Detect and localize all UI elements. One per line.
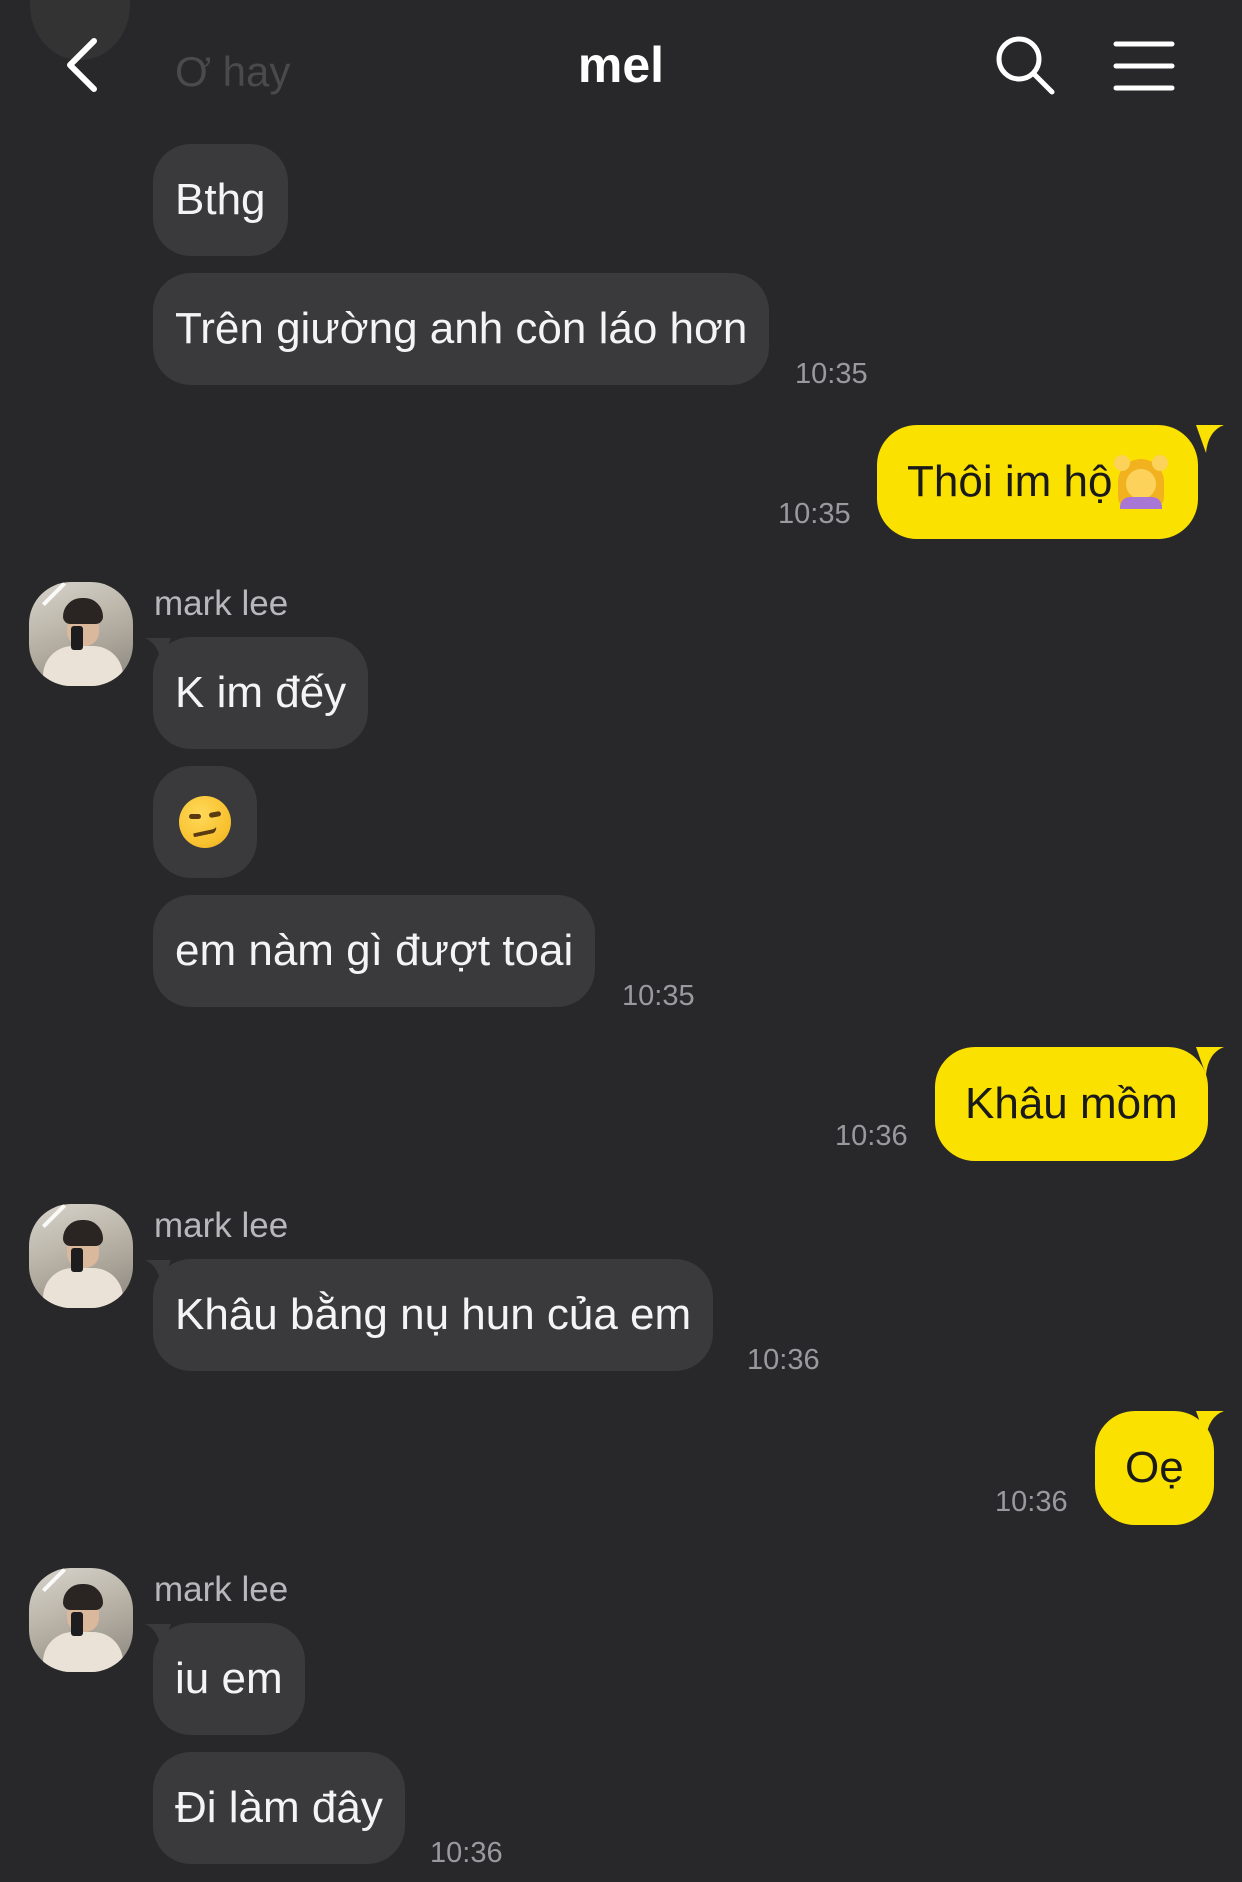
bubble-tail [1196,1411,1224,1439]
search-button[interactable] [992,32,1058,98]
menu-button[interactable] [1112,38,1176,94]
message-text: Khâu bằng nụ hun của em [175,1290,692,1339]
sender-name: mark lee [154,1570,289,1609]
message-bubble-outgoing[interactable]: Thôi im hộ [877,425,1199,539]
message-timestamp: 10:35 [795,358,868,390]
message-bubble-incoming[interactable]: Bthg [153,144,288,256]
sender-name: mark lee [154,584,289,623]
message-bubble-incoming[interactable]: Đi làm đây [153,1752,405,1864]
message-bubble-incoming[interactable]: K im đếy [153,637,369,749]
bubble-tail [1196,425,1224,453]
message-timestamp: 10:36 [835,1120,908,1152]
message-text: Bthg [175,175,266,224]
message-text: iu em [175,1654,283,1703]
bubble-tail [1196,1047,1224,1075]
message-text: em nàm gì đượt toai [175,926,574,975]
chat-screen: Ơ hay mel Bthg Trên giường anh còn láo h… [0,0,1242,1882]
message-text: Đi làm đây [175,1783,383,1832]
smirking-face-emoji [179,796,231,848]
message-timestamp: 10:35 [622,980,695,1012]
message-timestamp: 10:36 [995,1486,1068,1518]
message-text: Oẹ [1125,1443,1184,1492]
person-getting-massage-emoji [1114,455,1169,509]
message-bubble-incoming[interactable]: iu em [153,1623,305,1735]
sender-name: mark lee [154,1206,289,1245]
avatar[interactable] [29,1204,133,1308]
message-bubble-incoming[interactable]: em nàm gì đượt toai [153,895,596,1007]
message-text: Thôi im hộ [907,457,1113,506]
message-text: Khâu mồm [965,1079,1178,1128]
message-timestamp: 10:35 [778,498,851,530]
message-bubble-incoming[interactable] [153,766,257,878]
message-text: Trên giường anh còn láo hơn [175,304,748,353]
message-timestamp: 10:36 [430,1837,503,1869]
avatar[interactable] [29,582,133,686]
avatar[interactable] [29,1568,133,1672]
message-timestamp: 10:36 [747,1344,820,1376]
message-bubble-incoming[interactable]: Trên giường anh còn láo hơn [153,273,770,385]
hamburger-menu-icon [1113,41,1175,91]
message-bubble-incoming[interactable]: Khâu bằng nụ hun của em [153,1259,714,1371]
chat-header: Ơ hay mel [0,0,1242,130]
message-bubble-outgoing[interactable]: Khâu mồm [935,1047,1208,1161]
search-icon [996,36,1055,95]
message-text: K im đếy [175,668,347,717]
